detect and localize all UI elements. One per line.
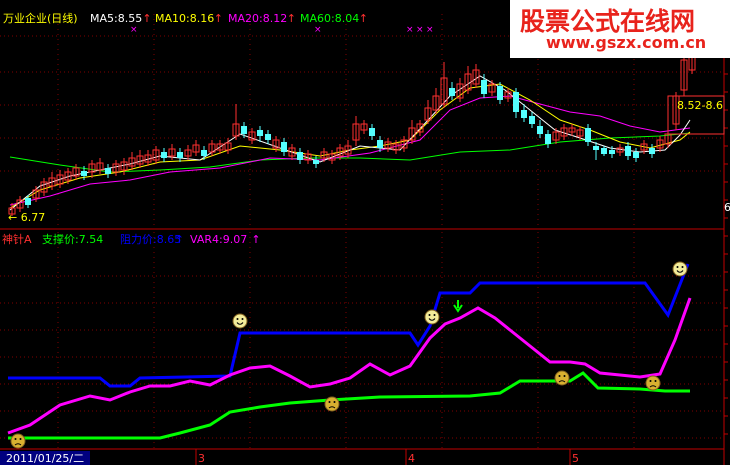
smile-icon-eye	[428, 314, 431, 316]
sad-face-icon-eye	[649, 380, 652, 382]
candle-body-down	[497, 86, 503, 100]
candle-body-down	[601, 148, 607, 154]
ma-value-label: MA20:8.12	[228, 12, 287, 25]
cross-marker: ×	[314, 25, 322, 35]
candle-body-down	[265, 134, 271, 140]
cross-marker: ×	[406, 25, 414, 35]
candle-body-down	[513, 92, 519, 112]
candle-body-down	[545, 134, 551, 144]
candle-body-down	[649, 148, 655, 154]
smile-icon	[672, 261, 688, 277]
kline-chart[interactable]: 万业企业(日线) MA5:8.55 ↑ MA10:8.16 ↑ MA20:8.12 ↑ MA6…	[0, 0, 730, 465]
resistance-line	[8, 263, 690, 388]
sad-face-icon-eye	[19, 438, 22, 440]
sad-face-icon-eye	[558, 375, 561, 377]
sad-face-icon	[554, 370, 570, 386]
up-arrow-icon: ↑	[214, 12, 223, 25]
candle-body-down	[297, 152, 303, 160]
candle-body-down	[177, 152, 183, 158]
watermark-url: www.gszx.com.cn	[546, 33, 707, 52]
indicator-name: 神针A	[2, 232, 32, 246]
smile-icon-eye	[236, 318, 239, 320]
cross-marker: ×	[426, 25, 434, 35]
candle-body-down	[105, 168, 111, 174]
right-axis-label: 6	[724, 201, 730, 214]
up-arrow-icon: ↑	[359, 12, 368, 25]
candle-body-down	[521, 110, 527, 118]
smile-icon-eye	[681, 266, 684, 268]
up-arrow-icon: ↑	[175, 233, 184, 246]
stock-title: 万业企业(日线)	[3, 11, 78, 25]
low-price-marker: ← 6.77	[8, 211, 45, 224]
candle-body-down	[81, 171, 87, 176]
sad-face-icon	[324, 396, 340, 412]
sad-face-icon	[10, 433, 26, 449]
candle-body-down	[25, 198, 31, 205]
candle-body-down	[585, 128, 591, 142]
cross-marker: ×	[130, 25, 138, 35]
candle-body-down	[609, 150, 615, 154]
high-price-marker: 8.52-8.6	[677, 99, 723, 112]
smile-icon	[424, 309, 440, 325]
candle-body-down	[593, 146, 599, 150]
candle-body-down	[201, 150, 207, 156]
up-arrow-icon: ↑	[142, 12, 151, 25]
ma-value-label: MA5:8.55	[90, 12, 142, 25]
candle-body-down	[241, 126, 247, 134]
chart-window: 万业企业(日线) MA5:8.55 ↑ MA10:8.16 ↑ MA20:8.12 ↑ MA6…	[0, 0, 730, 465]
resistance-label: 阻力价:8.65	[120, 233, 181, 246]
candle-body-down	[529, 116, 535, 124]
var4-line	[7, 297, 692, 435]
var4-label: VAR4:9.07	[190, 233, 247, 246]
sad-face-icon-eye	[14, 438, 17, 440]
candle-body-down	[449, 88, 455, 96]
candle-body-down	[281, 142, 287, 152]
up-arrow-icon: ↑	[287, 12, 296, 25]
month-label: 3	[198, 452, 205, 465]
sad-face-icon	[645, 375, 661, 391]
smile-icon-eye	[241, 318, 244, 320]
candle-body-down	[313, 160, 319, 164]
candle-body-down	[481, 80, 487, 94]
candle-body-down	[161, 152, 167, 158]
ma-value-label: MA10:8.16	[155, 12, 214, 25]
smile-icon-eye	[676, 266, 679, 268]
watermark-logo: 股票公式在线网 www.gszx.com.cn	[510, 0, 730, 58]
ma-value-label: MA60:8.04	[300, 12, 359, 25]
up-arrow-icon: ↑	[251, 233, 260, 246]
support-line	[8, 371, 690, 440]
sad-face-icon-eye	[563, 375, 566, 377]
smile-icon	[232, 313, 248, 329]
candle-body-down	[257, 130, 263, 136]
cross-marker: ×	[416, 25, 424, 35]
sad-face-icon-eye	[654, 380, 657, 382]
month-label: 4	[408, 452, 415, 465]
candle-body-down	[537, 126, 543, 134]
sad-face-icon-eye	[328, 401, 331, 403]
smile-icon-eye	[433, 314, 436, 316]
down-arrow-icon	[453, 300, 463, 313]
candle-body-down	[369, 128, 375, 136]
sad-face-icon-eye	[333, 401, 336, 403]
candle-body-down	[633, 152, 639, 158]
start-date-label: 2011/01/25/二	[6, 452, 84, 465]
month-label: 5	[572, 452, 579, 465]
candle-body-down	[625, 146, 631, 156]
candle-body-down	[377, 140, 383, 148]
support-label: 支撑价:7.54	[42, 232, 103, 246]
